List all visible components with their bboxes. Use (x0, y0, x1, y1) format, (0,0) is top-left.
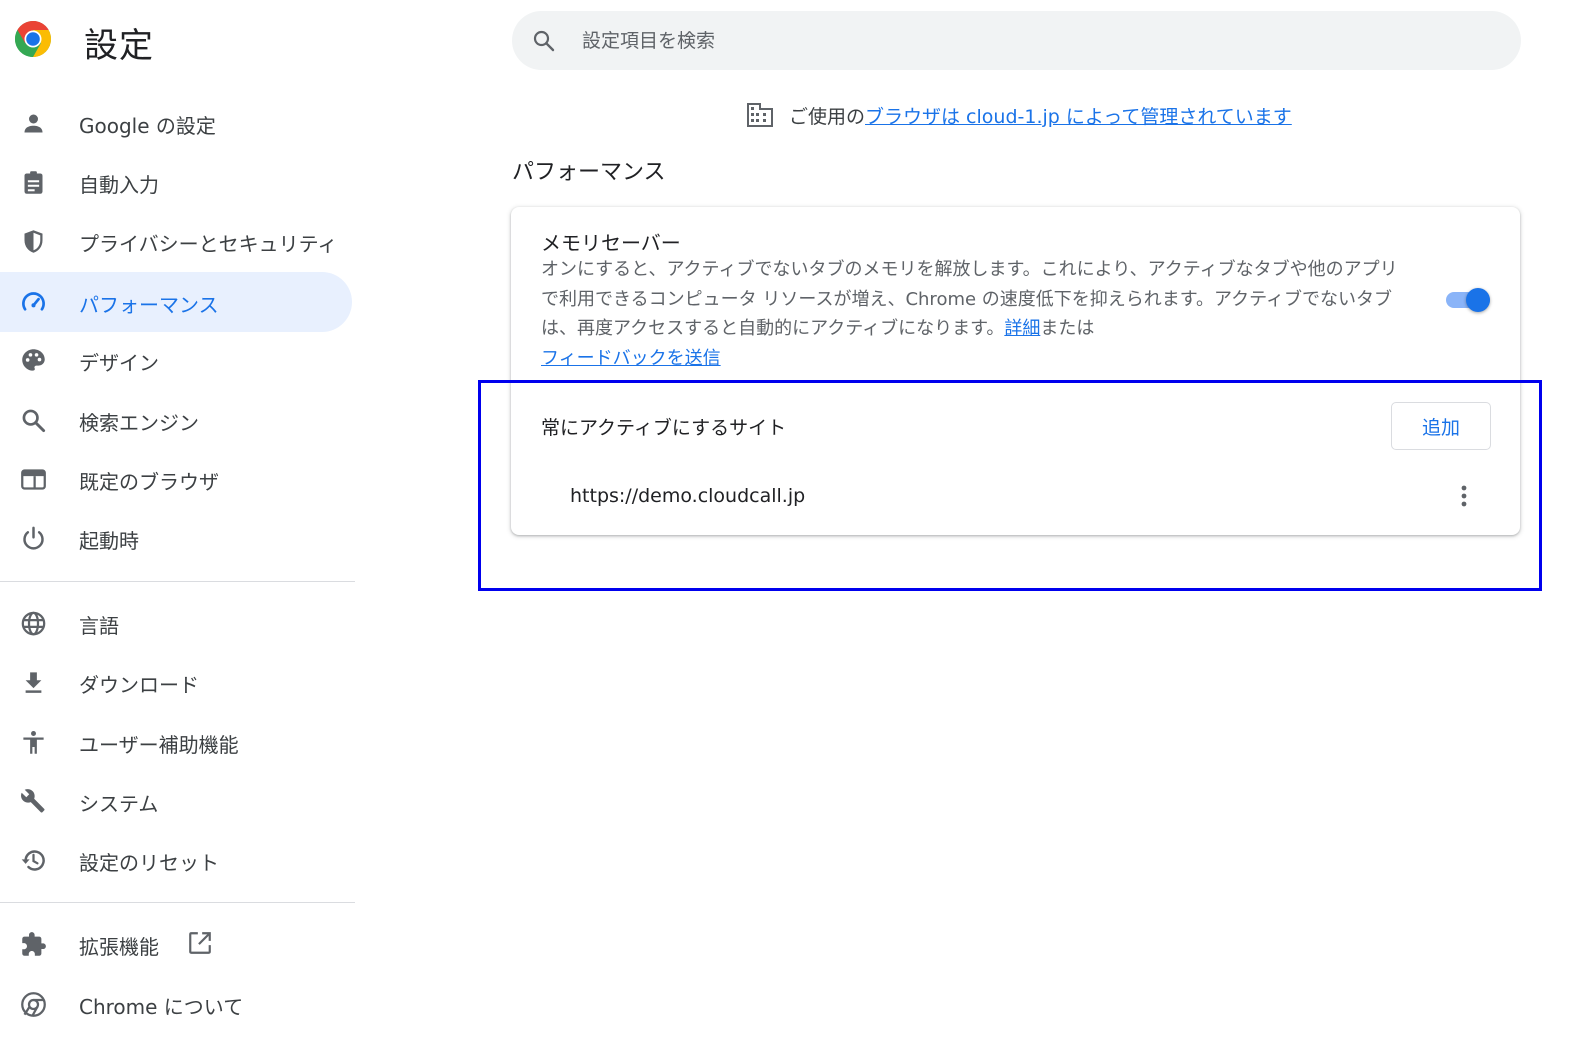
search-bar[interactable] (512, 11, 1521, 70)
open-in-new-icon (189, 932, 211, 954)
palette-icon (22, 349, 45, 371)
sidebar-item-system[interactable]: システム (0, 771, 352, 831)
chrome-icon (21, 992, 46, 1017)
search-input[interactable] (580, 23, 1480, 58)
browser-window-icon (21, 469, 46, 490)
sidebar-item-label: 設定のリセット (79, 851, 219, 875)
sidebar-item-label: Chrome について (79, 995, 244, 1019)
sidebar-item-accessibility[interactable]: ユーザー補助機能 (0, 712, 352, 772)
sidebar-item-default-browser[interactable]: 既定のブラウザ (0, 449, 352, 509)
memory-saver-description-text: オンにすると、アクティブでないタブのメモリを解放します。これにより、アクティブな… (541, 259, 1398, 339)
globe-icon (21, 611, 46, 636)
details-link[interactable]: 詳細 (1004, 318, 1040, 339)
building-icon (747, 103, 773, 127)
sidebar: Google の設定 自動入力 プライバシーとセキュリティ パフォーマンス デザ… (0, 0, 356, 1053)
search-icon (533, 30, 555, 52)
sidebar-divider (0, 581, 355, 582)
sidebar-item-reset[interactable]: 設定のリセット (0, 830, 352, 890)
managed-text: ご使用のブラウザは cloud-1.jp によって管理されています (789, 102, 1292, 129)
sidebar-item-autofill[interactable]: 自動入力 (0, 152, 352, 212)
memory-saver-description: オンにすると、アクティブでないタブのメモリを解放します。これにより、アクティブな… (541, 255, 1411, 373)
sidebar-item-label: ユーザー補助機能 (79, 733, 239, 757)
managed-prefix: ご使用の (789, 106, 866, 128)
sidebar-item-performance[interactable]: パフォーマンス (0, 272, 352, 332)
section-title: パフォーマンス (512, 160, 666, 185)
sidebar-item-on-startup[interactable]: 起動時 (0, 508, 352, 568)
download-icon (25, 672, 42, 693)
or-text: または (1040, 318, 1095, 339)
person-icon (24, 114, 43, 133)
feedback-link[interactable]: フィードバックを送信 (541, 348, 721, 369)
clipboard-icon (24, 171, 43, 194)
sidebar-item-google-settings[interactable]: Google の設定 (0, 93, 352, 153)
memory-saver-toggle[interactable] (1444, 287, 1492, 313)
sidebar-item-extensions[interactable]: 拡張機能 (0, 914, 352, 974)
sidebar-item-about-chrome[interactable]: Chrome について (0, 974, 352, 1034)
shield-icon (24, 230, 43, 253)
sidebar-item-label: デザイン (79, 351, 159, 375)
sidebar-item-downloads[interactable]: ダウンロード (0, 652, 352, 712)
accessibility-icon (23, 731, 44, 754)
highlight-box (478, 380, 1542, 591)
sidebar-item-search-engine[interactable]: 検索エンジン (0, 390, 352, 450)
sidebar-divider (0, 902, 355, 903)
memory-saver-title: メモリセーバー (541, 231, 681, 255)
search-icon (22, 409, 46, 433)
speedometer-icon (22, 292, 45, 311)
sidebar-item-label: Google の設定 (79, 114, 216, 138)
sidebar-item-label: パフォーマンス (79, 293, 219, 317)
sidebar-item-label: 起動時 (79, 529, 139, 553)
wrench-icon (21, 789, 45, 813)
sidebar-item-label: プライバシーとセキュリティ (79, 232, 338, 256)
sidebar-item-label: 言語 (79, 614, 119, 638)
sidebar-item-privacy[interactable]: プライバシーとセキュリティ (0, 211, 352, 271)
sidebar-item-label: ダウンロード (79, 673, 199, 697)
sidebar-item-label: 検索エンジン (79, 411, 199, 435)
sidebar-item-label: 自動入力 (79, 173, 159, 197)
sidebar-item-label: 拡張機能 (79, 935, 159, 959)
sidebar-item-label: システム (79, 792, 159, 816)
puzzle-icon (22, 932, 46, 956)
managed-link[interactable]: ブラウザは cloud-1.jp によって管理されています (865, 106, 1292, 128)
sidebar-item-appearance[interactable]: デザイン (0, 330, 352, 390)
toggle-knob (1466, 288, 1490, 312)
sidebar-item-languages[interactable]: 言語 (0, 593, 352, 653)
history-icon (21, 850, 45, 871)
power-icon (23, 526, 44, 550)
sidebar-item-label: 既定のブラウザ (79, 470, 219, 494)
